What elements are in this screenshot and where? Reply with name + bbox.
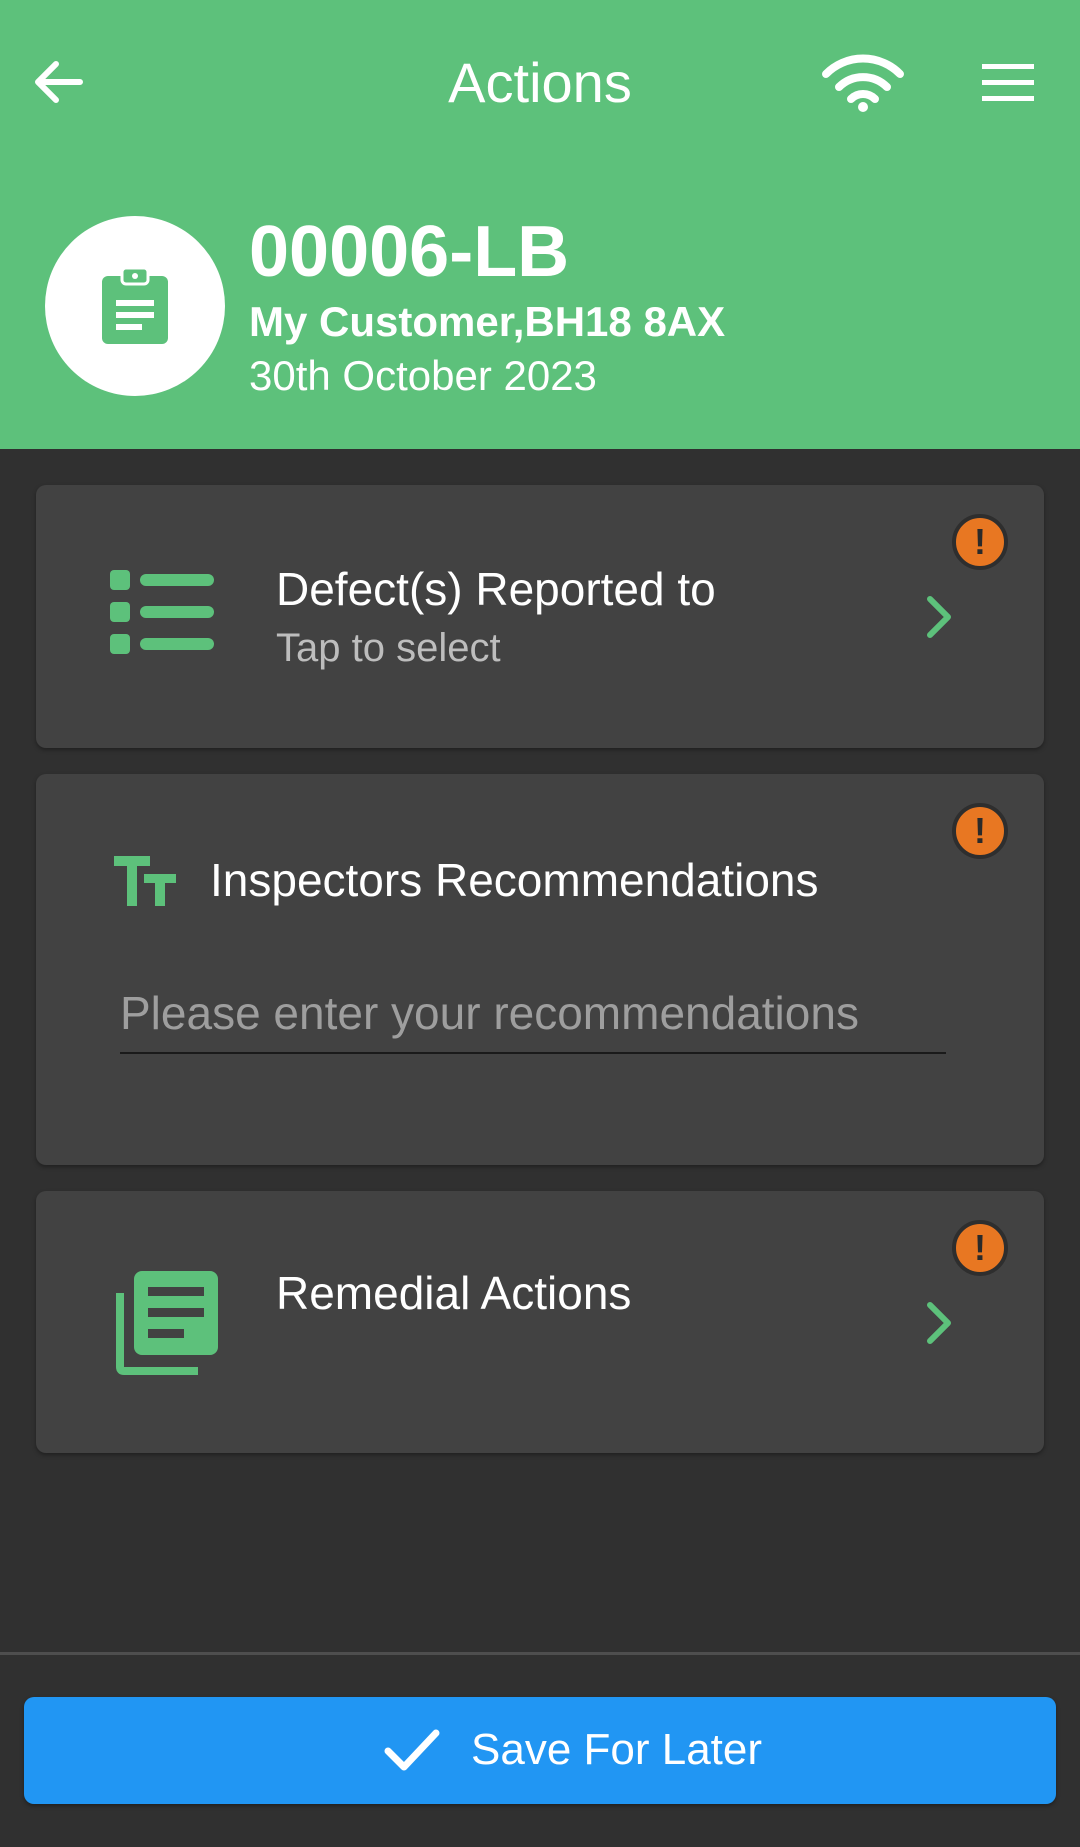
text-size-icon (114, 856, 176, 906)
job-date: 30th October 2023 (249, 352, 597, 399)
save-button-label: Save For Later (471, 1725, 763, 1774)
wifi-status (822, 52, 904, 112)
defects-subtitle: Tap to select (276, 626, 501, 670)
footer-divider (0, 1652, 1080, 1655)
recommendations-card: Inspectors Recommendations ! (36, 774, 1044, 1165)
recommendations-input[interactable] (120, 974, 946, 1054)
chevron-right-icon (927, 596, 951, 638)
exclamation-alert-icon: ! (952, 1220, 1008, 1276)
header-bar: Actions 00006-LB My Customer,BH18 8AX 30… (0, 0, 1080, 449)
job-customer: My Customer,BH18 8AX (249, 298, 726, 345)
page-title: Actions (448, 51, 632, 114)
list-icon (110, 570, 214, 654)
job-avatar (45, 216, 225, 396)
checkmark-icon (384, 1729, 440, 1771)
library-books-icon (116, 1271, 218, 1375)
defects-reported-card[interactable]: Defect(s) Reported to Tap to select ! (36, 485, 1044, 748)
back-button[interactable] (28, 52, 88, 112)
recommendations-title: Inspectors Recommendations (210, 854, 819, 906)
hamburger-menu-icon (982, 64, 1034, 101)
exclamation-alert-icon: ! (952, 514, 1008, 570)
job-id: 00006-LB (249, 212, 570, 292)
save-for-later-button[interactable]: Save For Later (24, 1697, 1056, 1804)
remedial-actions-card[interactable]: Remedial Actions ! (36, 1191, 1044, 1453)
chevron-right-icon (927, 1302, 951, 1344)
remedial-title: Remedial Actions (276, 1267, 632, 1319)
defects-title: Defect(s) Reported to (276, 563, 716, 615)
menu-button[interactable] (978, 58, 1038, 108)
clipboard-icon (102, 266, 168, 344)
wifi-icon (822, 54, 904, 112)
arrow-left-icon (35, 61, 83, 103)
exclamation-alert-icon: ! (952, 803, 1008, 859)
